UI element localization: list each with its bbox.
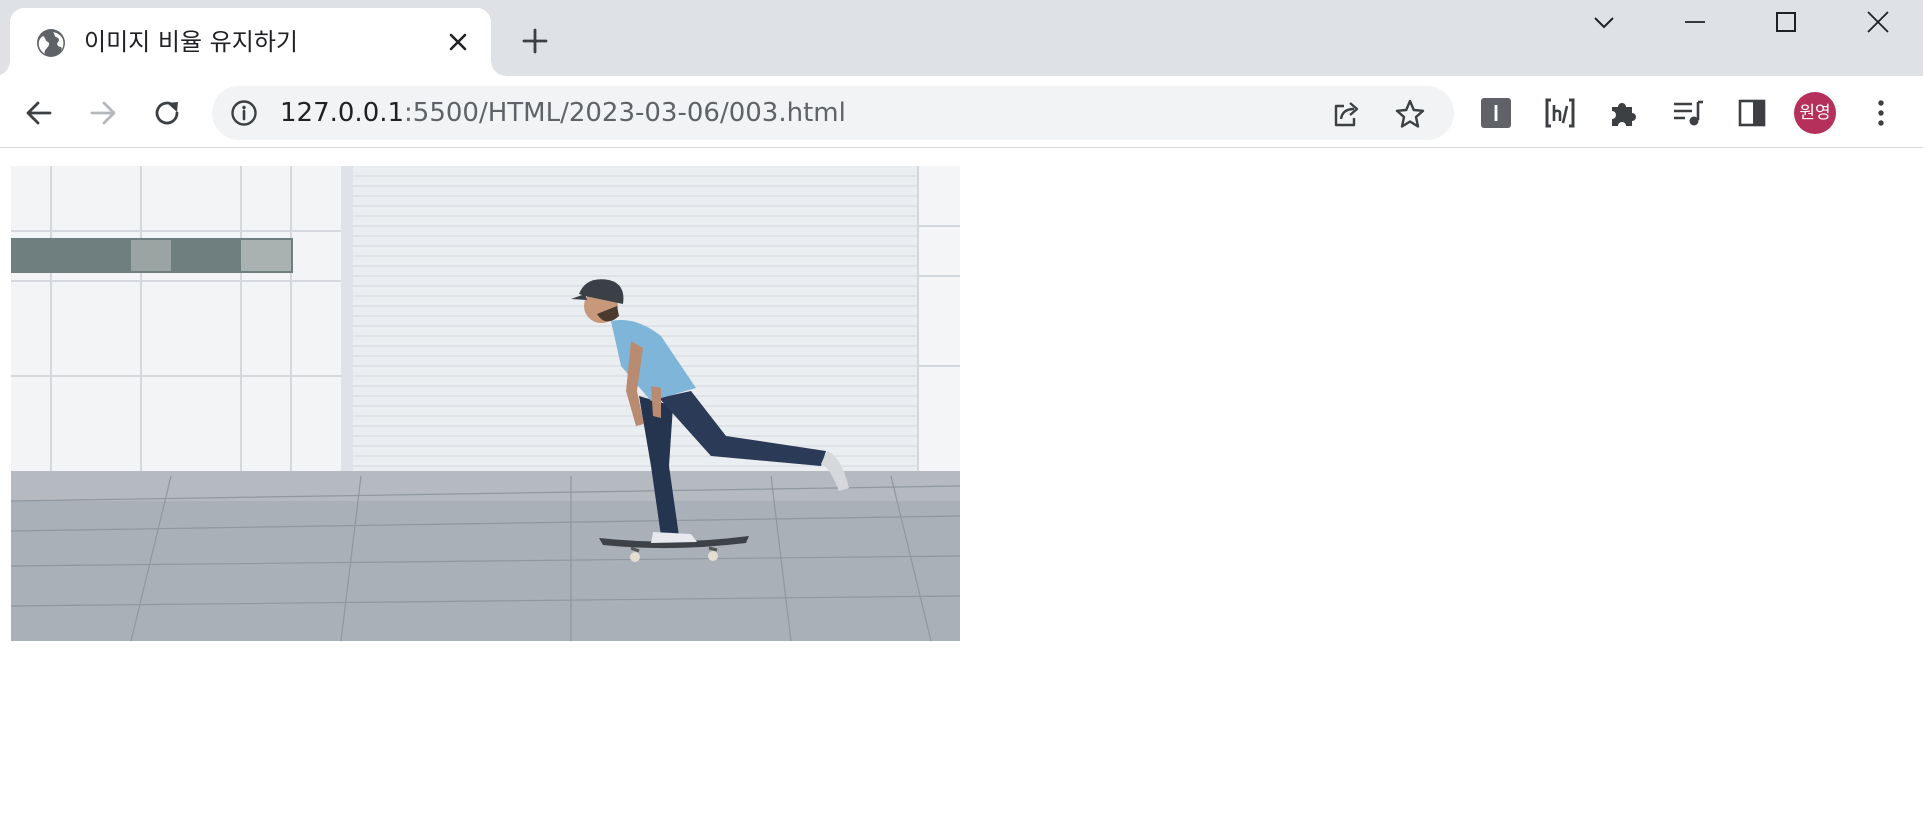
star-icon[interactable] — [1394, 98, 1426, 130]
extension-hj-button[interactable] — [1543, 96, 1577, 130]
close-window-icon — [1867, 11, 1889, 33]
reload-button[interactable] — [150, 96, 184, 130]
close-icon[interactable] — [446, 30, 470, 54]
profile-avatar[interactable]: 원영 — [1794, 92, 1836, 134]
media-control-button[interactable] — [1671, 96, 1705, 130]
kebab-icon — [1878, 100, 1884, 126]
close-window-button[interactable] — [1848, 4, 1908, 40]
minimize-button[interactable] — [1665, 4, 1725, 40]
minimize-icon — [1685, 21, 1705, 23]
side-panel-button[interactable] — [1735, 96, 1769, 130]
toolbar: 127.0.0.1:5500/HTML/2023-03-06/003.html — [0, 76, 1923, 148]
share-icon[interactable] — [1330, 98, 1362, 130]
tab-strip: 이미지 비율 유지하기 — [0, 0, 1923, 76]
tab-title: 이미지 비율 유지하기 — [84, 28, 298, 56]
extension-i-button[interactable] — [1479, 96, 1513, 130]
maximize-button[interactable] — [1756, 4, 1816, 40]
back-button[interactable] — [22, 96, 56, 130]
new-tab-button[interactable] — [520, 26, 550, 56]
side-panel-icon — [1738, 99, 1766, 127]
url-host: 127.0.0.1 — [280, 98, 405, 128]
globe-icon — [37, 29, 65, 57]
forward-button[interactable] — [86, 96, 120, 130]
skateboarder-photo — [11, 166, 960, 641]
puzzle-icon — [1612, 103, 1636, 126]
url-text[interactable]: 127.0.0.1:5500/HTML/2023-03-06/003.html — [280, 97, 846, 129]
reload-icon — [155, 101, 179, 125]
playlist-icon — [1674, 100, 1703, 126]
active-tab[interactable]: 이미지 비율 유지하기 — [0, 8, 505, 76]
arrow-left-icon — [26, 101, 52, 125]
tab-search-button[interactable] — [1574, 4, 1634, 40]
url-path: :5500/HTML/2023-03-06/003.html — [404, 98, 846, 128]
address-bar[interactable]: 127.0.0.1:5500/HTML/2023-03-06/003.html — [212, 86, 1454, 140]
page-content — [0, 149, 1923, 831]
arrow-right-icon — [90, 101, 116, 125]
hj-bracket-icon — [1545, 98, 1575, 128]
maximize-icon — [1776, 12, 1796, 32]
extensions-button[interactable] — [1607, 96, 1641, 130]
menu-button[interactable] — [1864, 96, 1898, 130]
info-icon[interactable] — [230, 99, 258, 127]
chevron-down-icon — [1594, 17, 1614, 29]
i-box-icon — [1481, 98, 1511, 128]
